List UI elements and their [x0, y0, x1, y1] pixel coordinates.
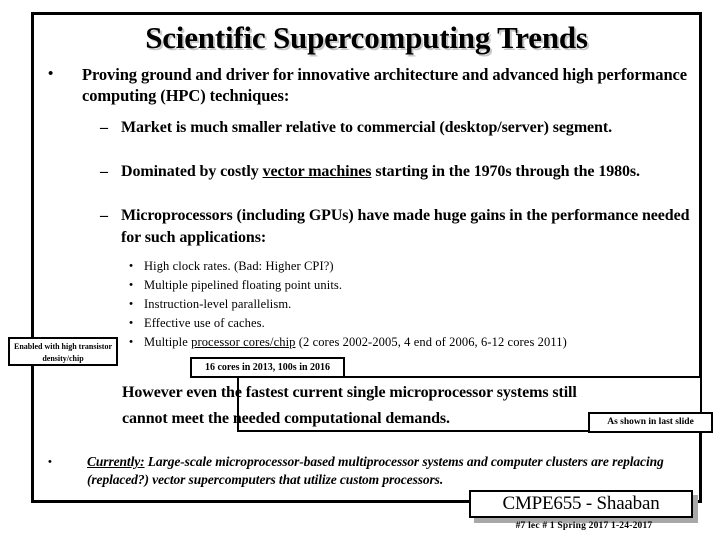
bullet-marker-icon: •: [129, 336, 133, 348]
bullet-level3-ilp: • Instruction-level parallelism.: [118, 294, 698, 314]
bullet-marker-icon: •: [129, 317, 133, 329]
bullet-level3-clock-rates: • High clock rates. (Bad: Higher CPI?): [118, 256, 698, 276]
bullet-level2-vector-text: Dominated by costly vector machines star…: [121, 161, 696, 183]
dash-marker-icon: –: [100, 207, 108, 224]
bullet-level3-caches: • Effective use of caches.: [118, 313, 698, 333]
bullet-level1: • Proving ground and driver for innovati…: [48, 64, 688, 106]
vector-machines-underlined: vector machines: [262, 163, 372, 180]
bullet-level2-microprocessors: – Microprocessors (including GPUs) have …: [100, 205, 696, 249]
bullet-level3-cores: • Multiple processor cores/chip (2 cores…: [118, 332, 708, 353]
callout-transistor-density: Enabled with high transistor density/chi…: [8, 337, 118, 366]
footer-connector-line: [430, 500, 470, 503]
footer-course-box: CMPE655 - Shaaban: [469, 490, 693, 518]
bullet-currently-text: Currently: Large-scale microprocessor-ba…: [87, 453, 668, 489]
dash-marker-icon: –: [100, 119, 108, 136]
bullet-level3-cores-text: Multiple processor cores/chip (2 cores 2…: [144, 332, 708, 353]
bullet-level3-pipelined-fp-text: Multiple pipelined floating point units.: [144, 278, 343, 292]
bullet-level2-vector: – Dominated by costly vector machines st…: [100, 161, 696, 183]
dash-marker-icon: –: [100, 163, 108, 180]
cores-text-after: (2 cores 2002-2005, 4 end of 2006, 6-12 …: [295, 335, 567, 349]
callout-cores-note: 16 cores in 2013, 100s in 2016: [190, 357, 345, 378]
cores-text-before: Multiple: [144, 335, 192, 349]
bullet-marker-icon: •: [129, 298, 133, 310]
processor-cores-underlined: processor cores/chip: [191, 335, 296, 349]
bullet-level3-pipelined-fp: • Multiple pipelined floating point unit…: [118, 275, 698, 295]
bullet-marker-icon: •: [129, 260, 133, 272]
vector-text-before: Dominated by costly: [121, 163, 263, 180]
bullet-currently: • Currently: Large-scale microprocessor-…: [48, 453, 668, 489]
currently-body: Large-scale microprocessor-based multipr…: [87, 454, 664, 487]
currently-label: Currently:: [87, 454, 145, 469]
however-callout-text: However even the fastest current single …: [122, 384, 577, 427]
bullet-level3-caches-text: Effective use of caches.: [144, 316, 265, 330]
bullet-level2-market: – Market is much smaller relative to com…: [100, 117, 696, 139]
callout-last-slide: As shown in last slide: [588, 412, 713, 433]
bullet-level1-text: Proving ground and driver for innovative…: [82, 65, 687, 105]
bullet-level3-ilp-text: Instruction-level parallelism.: [144, 297, 292, 311]
bullet-level2-microprocessors-text: Microprocessors (including GPUs) have ma…: [121, 207, 690, 246]
bullet-level2-market-text: Market is much smaller relative to comme…: [121, 119, 612, 136]
page-title: Scientific Supercomputing Trends: [145, 20, 588, 55]
bullet-level3-clock-rates-text: High clock rates. (Bad: Higher CPI?): [144, 259, 334, 273]
vector-text-after: starting in the 1970s through the 1980s.: [371, 163, 640, 180]
bullet-marker-icon: •: [48, 66, 54, 82]
footer-meta: #7 lec # 1 Spring 2017 1-24-2017: [515, 521, 653, 531]
bullet-marker-icon: •: [48, 456, 52, 468]
bullet-marker-icon: •: [129, 279, 133, 291]
